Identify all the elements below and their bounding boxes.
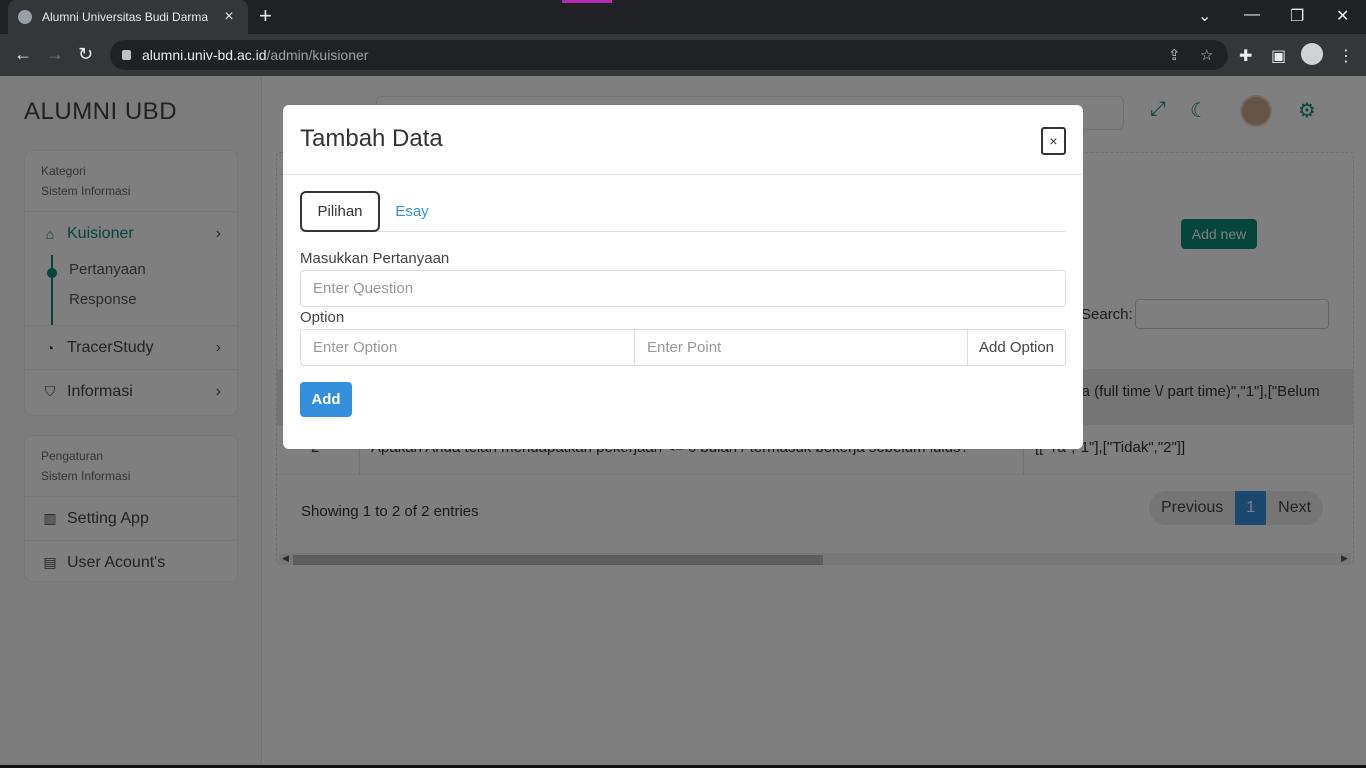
share-icon[interactable]: ⇪ — [1168, 46, 1181, 64]
address-bar[interactable]: alumni.univ-bd.ac.id /admin/kuisioner ⇪ … — [110, 40, 1228, 70]
tab-esay[interactable]: Esay — [380, 191, 444, 232]
extensions-icon[interactable]: ✚ — [1239, 46, 1252, 66]
menu-icon[interactable]: ⋮ — [1338, 46, 1354, 66]
tab-pilihan[interactable]: Pilihan — [300, 191, 380, 232]
close-button[interactable]: × — [1041, 127, 1066, 155]
chevron-down-icon[interactable]: ⌄ — [1198, 6, 1211, 26]
question-input[interactable]: Enter Question — [300, 270, 1066, 307]
url-host: alumni.univ-bd.ac.id — [142, 47, 267, 63]
browser-tabbar: Alumni Universitas Budi Darma × + ⌄ — ❐ … — [0, 0, 1366, 34]
add-button[interactable]: Add — [300, 382, 352, 417]
tab-title: Alumni Universitas Budi Darma — [42, 10, 209, 24]
accent-strip — [562, 0, 612, 3]
back-icon[interactable]: ← — [14, 45, 32, 63]
question-label: Masukkan Pertanyaan — [300, 250, 450, 267]
profile-avatar[interactable] — [1301, 43, 1323, 65]
close-tab-icon[interactable]: × — [220, 8, 238, 26]
url-path: /admin/kuisioner — [266, 47, 369, 63]
option-input[interactable]: Enter Option — [300, 329, 635, 366]
browser-toolbar: ← → ↻ alumni.univ-bd.ac.id /admin/kuisio… — [0, 34, 1366, 76]
modal-tabs: Pilihan Esay — [300, 191, 1066, 232]
modal-title: Tambah Data — [300, 125, 443, 152]
globe-icon — [18, 10, 32, 24]
option-label: Option — [300, 309, 345, 326]
close-window-icon[interactable]: ✕ — [1336, 6, 1349, 26]
point-input[interactable]: Enter Point — [634, 329, 968, 366]
sidepanel-icon[interactable]: ▣ — [1271, 46, 1286, 66]
add-option-button[interactable]: Add Option — [967, 329, 1066, 366]
new-tab-icon[interactable]: + — [259, 5, 272, 27]
tambah-data-modal: Tambah Data × Pilihan Esay Masukkan Pert… — [283, 105, 1083, 449]
restore-icon[interactable]: ❐ — [1290, 6, 1304, 26]
reload-icon[interactable]: ↻ — [78, 45, 93, 63]
modal-header: Tambah Data × — [283, 105, 1083, 175]
browser-tab[interactable]: Alumni Universitas Budi Darma × — [8, 0, 248, 34]
forward-icon[interactable]: → — [46, 45, 64, 63]
minimize-icon[interactable]: — — [1244, 6, 1260, 24]
star-icon[interactable]: ☆ — [1200, 46, 1213, 64]
lock-icon — [122, 50, 131, 60]
